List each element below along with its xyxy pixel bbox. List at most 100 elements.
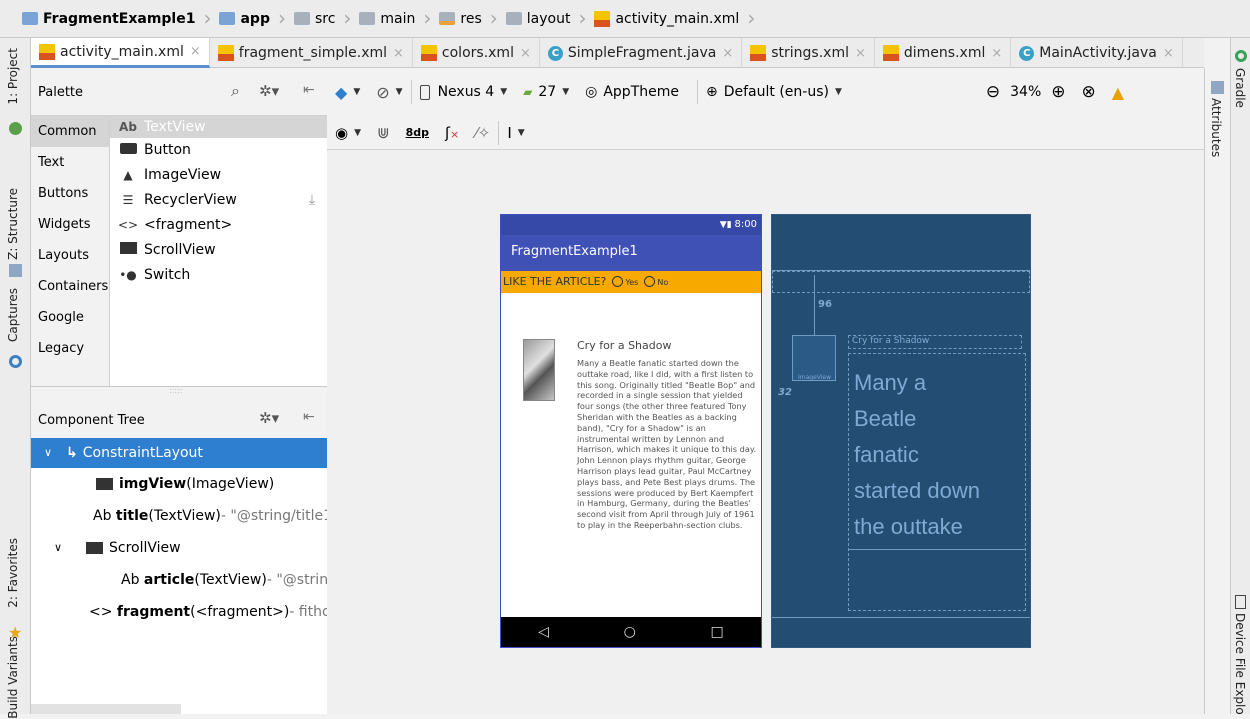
recents-icon[interactable]: □ xyxy=(710,624,723,640)
tab-simple-fragment[interactable]: C SimpleFragment.java × xyxy=(540,38,743,68)
attributes-icon xyxy=(1211,81,1224,94)
close-icon[interactable]: × xyxy=(190,44,201,59)
view-options-button[interactable]: ◉ ▼ xyxy=(327,119,369,147)
guidelines-button[interactable]: I ▼ xyxy=(499,119,532,147)
blueprint-view[interactable]: 96 ImageView 32 Cry for a Shadow Many a … xyxy=(771,214,1031,648)
radio-no[interactable] xyxy=(644,276,656,287)
radio-yes[interactable] xyxy=(612,276,624,287)
palette-category[interactable]: Common xyxy=(31,116,109,147)
breadcrumb-project[interactable]: FragmentExample1 xyxy=(16,7,201,31)
build-variants-tool-button[interactable]: Build Variants xyxy=(6,636,20,719)
tab-main-activity[interactable]: C MainActivity.java × xyxy=(1011,38,1183,68)
blueprint-fragment-outline[interactable] xyxy=(772,271,1030,293)
captures-tool-button[interactable]: Captures xyxy=(6,288,20,342)
palette-category[interactable]: Layouts xyxy=(31,240,109,271)
download-icon[interactable]: ⤓ xyxy=(309,188,315,213)
chevron-down-icon[interactable]: ∨ xyxy=(54,532,72,564)
favorites-tool-button[interactable]: 2: Favorites xyxy=(6,538,20,608)
palette-item-imageview[interactable]: ▲ ImageView xyxy=(110,163,327,188)
palette-category[interactable]: Buttons xyxy=(31,178,109,209)
palette-category[interactable]: Widgets xyxy=(31,209,109,240)
close-icon[interactable]: × xyxy=(722,46,733,61)
palette-item-switch[interactable]: •● Switch xyxy=(110,263,327,288)
gradle-tool-button[interactable]: Gradle xyxy=(1233,68,1247,108)
tree-row-fragment[interactable]: <> fragment (<fragment>) - fithou. xyxy=(31,596,327,628)
device-preview[interactable]: ▼▮ 8:00 FragmentExample1 LIKE THE ARTICL… xyxy=(500,214,762,648)
home-icon[interactable]: ○ xyxy=(624,624,636,640)
zoom-in-button[interactable]: ⊕ xyxy=(1043,78,1073,106)
close-icon[interactable]: × xyxy=(1163,46,1174,61)
palette-category[interactable]: Legacy xyxy=(31,333,109,364)
chevron-down-icon: ▼ xyxy=(500,87,508,97)
tree-row-constraintlayout[interactable]: ∨ ↳ ConstraintLayout xyxy=(31,438,327,468)
search-icon[interactable]: ⌕ xyxy=(231,81,240,101)
zoom-out-button[interactable]: ⊖ xyxy=(978,78,1008,106)
palette-category[interactable]: Text xyxy=(31,147,109,178)
close-icon[interactable]: × xyxy=(393,46,404,61)
project-folder-icon xyxy=(22,12,38,25)
design-canvas[interactable] xyxy=(327,150,1204,714)
autoconnect-button[interactable]: ⋓ xyxy=(369,119,398,147)
tree-row-scrollview[interactable]: ∨ ScrollView xyxy=(31,532,327,564)
breadcrumb-main[interactable]: main xyxy=(353,7,421,31)
hide-panel-icon[interactable]: ⇤ xyxy=(303,82,315,98)
tree-row-title[interactable]: Ab title (TextView) - "@string/title1" xyxy=(31,500,327,532)
palette-item-scrollview[interactable]: ScrollView xyxy=(110,238,327,263)
android-icon: ▰ xyxy=(523,85,533,99)
project-tool-button[interactable]: 1: Project xyxy=(6,48,20,105)
close-icon[interactable]: × xyxy=(520,46,531,61)
back-icon[interactable]: ◁ xyxy=(538,624,549,640)
gear-icon[interactable]: ✲▾ xyxy=(259,82,279,100)
warning-button[interactable]: ▲ xyxy=(1104,78,1132,106)
theme-selector[interactable]: ◎ AppTheme xyxy=(577,78,687,106)
breadcrumb-res[interactable]: res xyxy=(433,7,487,31)
chevron-down-icon: ▼ xyxy=(562,87,570,97)
tab-strings[interactable]: strings.xml × xyxy=(742,38,875,68)
palette-item-fragment[interactable]: <> <fragment> xyxy=(110,213,327,238)
magic-wand-icon: ⁄✧ xyxy=(475,123,491,142)
clear-constraints-button[interactable]: ʃ× xyxy=(437,119,467,147)
tab-fragment-simple[interactable]: fragment_simple.xml × xyxy=(210,38,413,68)
captures-icon xyxy=(9,355,22,368)
zoom-fit-button[interactable]: ⊗ xyxy=(1074,78,1104,106)
tab-dimens[interactable]: dimens.xml × xyxy=(875,38,1012,68)
default-margin-button[interactable]: 8dp xyxy=(398,119,437,147)
palette-category[interactable]: Containers xyxy=(31,271,109,302)
splitter-handle[interactable]: ::::: xyxy=(169,386,182,395)
palette-item-textview[interactable]: Ab TextView xyxy=(110,116,327,138)
gear-icon[interactable]: ✲▾ xyxy=(259,409,279,427)
constraint-line xyxy=(814,275,815,335)
api-level-selector[interactable]: ▰ 27 ▼ xyxy=(515,78,577,106)
design-mode-button[interactable]: ◆ ▼ xyxy=(327,78,368,106)
tab-activity-main[interactable]: activity_main.xml × xyxy=(31,38,210,68)
hide-panel-icon[interactable]: ⇤ xyxy=(303,409,315,425)
tree-row-imgview[interactable]: imgView (ImageView) xyxy=(31,468,327,500)
orientation-button[interactable]: ⊘ ▼ xyxy=(368,78,410,106)
breadcrumb-src[interactable]: src xyxy=(288,7,341,31)
palette-category[interactable]: Google xyxy=(31,302,109,333)
horizontal-scrollbar[interactable] xyxy=(31,704,181,714)
chevron-right-icon: › xyxy=(578,5,587,30)
palette-item-recyclerview[interactable]: ☰ RecyclerView ⤓ xyxy=(110,188,327,213)
close-icon[interactable]: × xyxy=(855,46,866,61)
constraint-layout-icon: ↳ xyxy=(66,445,78,461)
breadcrumb-app[interactable]: app xyxy=(213,7,276,31)
attributes-tool-button[interactable]: Attributes xyxy=(1209,98,1223,157)
right-tool-strip: Gradle Device File Explo xyxy=(1230,38,1250,715)
infer-constraints-button[interactable]: ⁄✧ xyxy=(467,119,498,147)
structure-tool-button[interactable]: Z: Structure xyxy=(6,188,20,260)
tree-row-article[interactable]: Ab article (TextView) - "@string/ xyxy=(31,564,327,596)
breadcrumb-file[interactable]: activity_main.xml xyxy=(588,7,745,31)
palette-item-button[interactable]: Button xyxy=(110,138,327,163)
image-icon xyxy=(96,478,113,490)
tab-colors[interactable]: colors.xml × xyxy=(413,38,540,68)
device-file-explorer-button[interactable]: Device File Explo xyxy=(1233,613,1247,715)
close-icon[interactable]: × xyxy=(991,46,1002,61)
module-folder-icon xyxy=(219,12,236,25)
locale-selector[interactable]: ⊕ Default (en-us) ▼ xyxy=(698,78,850,106)
breadcrumb-layout[interactable]: layout xyxy=(500,7,577,31)
device-selector[interactable]: Nexus 4 ▼ xyxy=(412,78,516,106)
folder-icon xyxy=(505,12,522,25)
chevron-down-icon[interactable]: ∨ xyxy=(44,438,62,468)
like-fragment[interactable]: LIKE THE ARTICLE? Yes No xyxy=(501,271,761,293)
